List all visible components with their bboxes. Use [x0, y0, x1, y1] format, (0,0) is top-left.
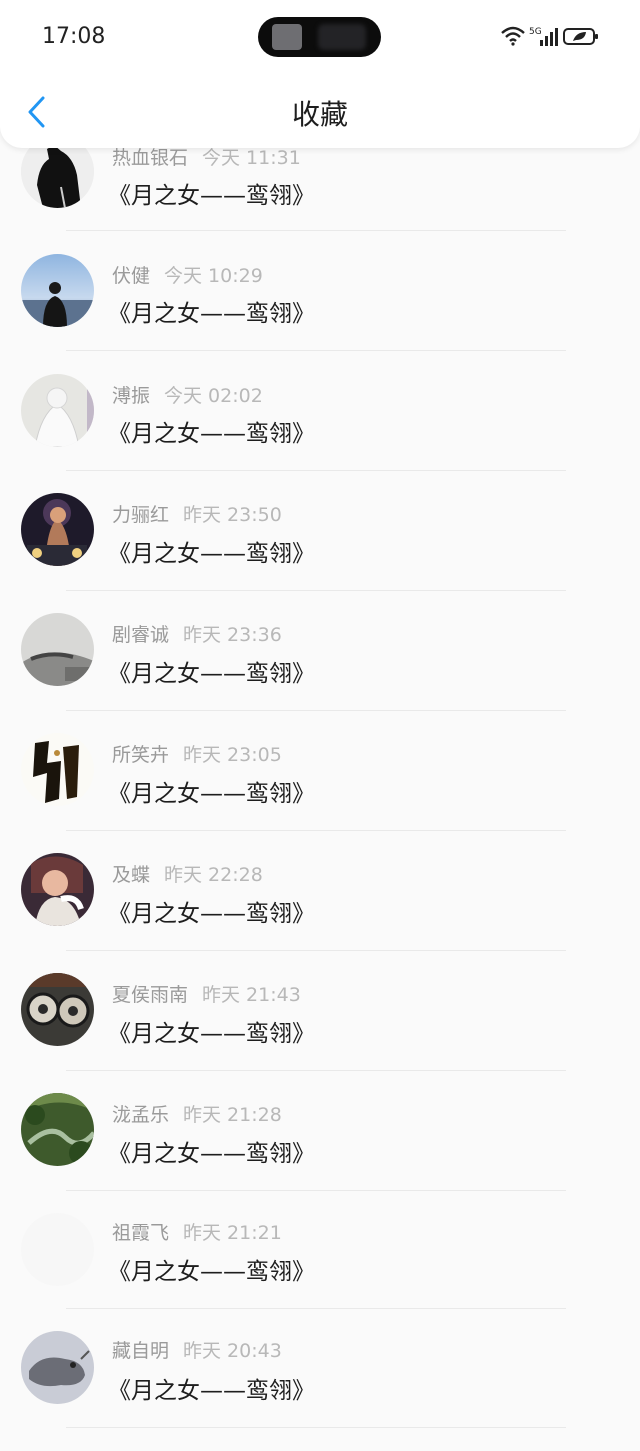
timestamp: 昨天 21:43	[202, 984, 301, 1006]
list-item[interactable]: 及蝶 昨天 22:28 《月之女——鸾翎》	[0, 853, 640, 973]
item-title[interactable]: 《月之女——鸾翎》	[108, 1252, 315, 1286]
divider	[66, 1427, 566, 1428]
status-time: 17:08	[42, 24, 106, 49]
divider	[66, 830, 566, 831]
svg-text:5G: 5G	[529, 27, 542, 37]
timestamp: 昨天 20:43	[183, 1340, 282, 1362]
dynamic-island	[258, 17, 381, 57]
item-meta: 泷孟乐 昨天 21:28	[112, 1100, 282, 1127]
battery-icon	[563, 28, 598, 45]
item-meta: 藏自明 昨天 20:43	[112, 1336, 282, 1363]
item-title[interactable]: 《月之女——鸾翎》	[108, 534, 315, 568]
item-meta: 夏侯雨南 昨天 21:43	[112, 980, 301, 1007]
divider	[66, 590, 566, 591]
item-title[interactable]: 《月之女——鸾翎》	[108, 1371, 315, 1405]
cellular-signal-icon: 5G	[529, 27, 558, 46]
avatar[interactable]	[21, 1093, 94, 1166]
item-meta: 伏健 今天 10:29	[112, 261, 263, 288]
list-item[interactable]: 力骊红 昨天 23:50 《月之女——鸾翎》	[0, 493, 640, 613]
item-meta: 剧睿诚 昨天 23:36	[112, 620, 282, 647]
list-item[interactable]: 伏健 今天 10:29 《月之女——鸾翎》	[0, 253, 640, 373]
author-name: 剧睿诚	[112, 624, 170, 646]
navigation-header: 17:08 5G 收藏	[0, 0, 640, 148]
divider	[66, 710, 566, 711]
avatar[interactable]	[21, 254, 94, 327]
divider	[66, 470, 566, 471]
item-meta: 祖霞飞 昨天 21:21	[112, 1218, 282, 1245]
timestamp: 今天 02:02	[164, 385, 263, 407]
list-item[interactable]: 夏侯雨南 昨天 21:43 《月之女——鸾翎》	[0, 973, 640, 1093]
item-title[interactable]: 《月之女——鸾翎》	[108, 894, 315, 928]
author-name: 及蝶	[112, 864, 151, 886]
timestamp: 昨天 23:36	[183, 624, 282, 646]
timestamp: 昨天 22:28	[164, 864, 263, 886]
timestamp: 昨天 23:05	[183, 744, 282, 766]
author-name: 伏健	[112, 265, 151, 287]
avatar[interactable]	[21, 493, 94, 566]
item-title[interactable]: 《月之女——鸾翎》	[108, 176, 315, 210]
avatar[interactable]	[21, 1331, 94, 1404]
favorites-list: 热血银石 今天 11:31 《月之女——鸾翎》 伏健 今天 10:29 《月之女——…	[0, 0, 640, 1429]
camera-icon	[272, 24, 302, 50]
item-title[interactable]: 《月之女——鸾翎》	[108, 1134, 315, 1168]
avatar[interactable]	[21, 733, 94, 806]
divider	[66, 230, 566, 231]
divider	[66, 1308, 566, 1309]
author-name: 泷孟乐	[112, 1104, 170, 1126]
timestamp: 昨天 23:50	[183, 504, 282, 526]
list-item[interactable]: 所笑卉 昨天 23:05 《月之女——鸾翎》	[0, 733, 640, 853]
list-item[interactable]: 藏自明 昨天 20:43 《月之女——鸾翎》	[0, 1331, 640, 1451]
item-meta: 及蝶 昨天 22:28	[112, 860, 263, 887]
item-title[interactable]: 《月之女——鸾翎》	[108, 1014, 315, 1048]
timestamp: 昨天 21:28	[183, 1104, 282, 1126]
divider	[66, 1070, 566, 1071]
item-meta: 所笑卉 昨天 23:05	[112, 740, 282, 767]
item-title[interactable]: 《月之女——鸾翎》	[108, 654, 315, 688]
author-name: 所笑卉	[112, 744, 170, 766]
avatar[interactable]	[21, 973, 94, 1046]
author-name: 藏自明	[112, 1340, 170, 1362]
wifi-icon	[501, 26, 525, 46]
avatar[interactable]	[21, 1213, 94, 1286]
divider	[66, 350, 566, 351]
author-name: 祖霞飞	[112, 1222, 170, 1244]
item-meta: 溥振 今天 02:02	[112, 381, 263, 408]
list-item[interactable]: 剧睿诚 昨天 23:36 《月之女——鸾翎》	[0, 613, 640, 733]
list-item[interactable]: 热血银石 今天 11:31 《月之女——鸾翎》	[0, 133, 640, 253]
avatar[interactable]	[21, 374, 94, 447]
avatar[interactable]	[21, 853, 94, 926]
author-name: 溥振	[112, 385, 151, 407]
author-name: 热血银石	[112, 147, 189, 169]
page-title: 收藏	[291, 98, 348, 131]
list-item[interactable]: 泷孟乐 昨天 21:28 《月之女——鸾翎》	[0, 1093, 640, 1213]
avatar[interactable]	[21, 613, 94, 686]
item-title[interactable]: 《月之女——鸾翎》	[108, 414, 315, 448]
sensor-icon	[318, 24, 366, 50]
author-name: 夏侯雨南	[112, 984, 189, 1006]
timestamp: 今天 11:31	[202, 147, 301, 169]
list-item[interactable]: 祖霞飞 昨天 21:21 《月之女——鸾翎》	[0, 1213, 640, 1333]
item-title[interactable]: 《月之女——鸾翎》	[108, 294, 315, 328]
status-icons: 5G	[500, 24, 600, 48]
list-item[interactable]: 溥振 今天 02:02 《月之女——鸾翎》	[0, 373, 640, 493]
timestamp: 今天 10:29	[164, 265, 263, 287]
item-meta: 力骊红 昨天 23:50	[112, 500, 282, 527]
timestamp: 昨天 21:21	[183, 1222, 282, 1244]
author-name: 力骊红	[112, 504, 170, 526]
divider	[66, 1190, 566, 1191]
divider	[66, 950, 566, 951]
item-title[interactable]: 《月之女——鸾翎》	[108, 774, 315, 808]
